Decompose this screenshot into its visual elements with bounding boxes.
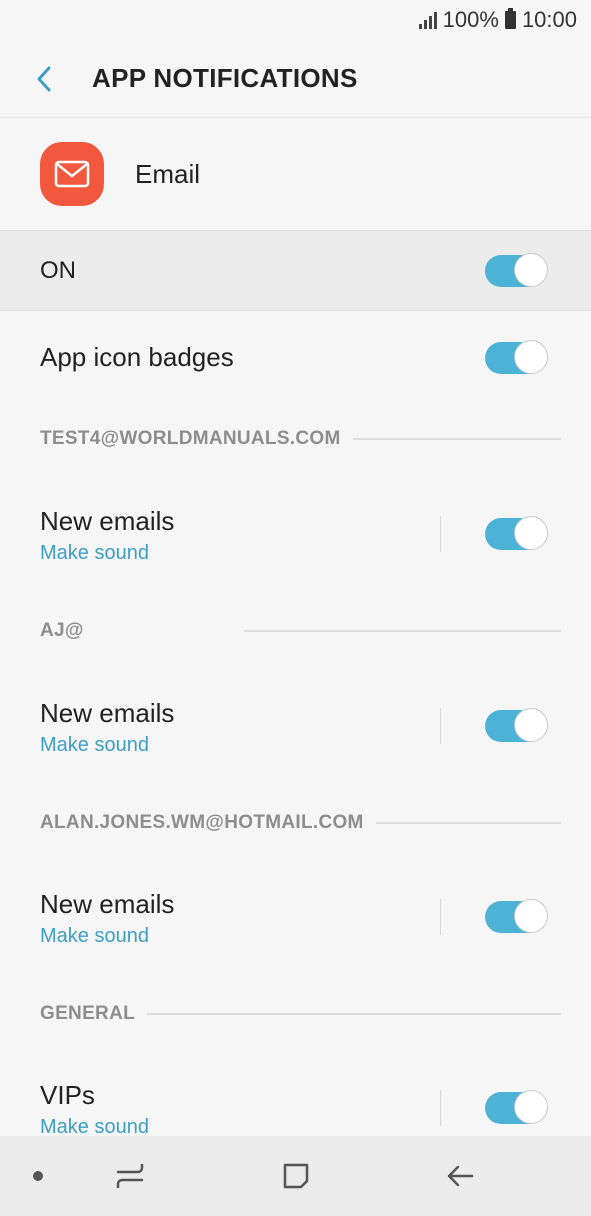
divider <box>375 822 561 824</box>
master-switch-label: ON <box>40 256 76 284</box>
new-emails-label: New emails <box>40 698 175 728</box>
navigation-bar <box>0 1136 591 1216</box>
page-title: APP NOTIFICATIONS <box>92 63 358 93</box>
new-emails-label: New emails <box>40 506 175 536</box>
divider <box>147 1013 561 1015</box>
battery-percent: 100% <box>442 7 499 32</box>
vertical-divider <box>440 899 441 935</box>
section-header-text: TEST4@WORLDMANUALS.COM <box>40 428 341 449</box>
vips-label: VIPs <box>40 1080 95 1110</box>
app-icon-badges-row[interactable]: App icon badges <box>0 312 591 404</box>
section-header-text: GENERAL <box>40 1003 135 1024</box>
account-2-new-emails-row[interactable]: New emails Make sound <box>0 682 591 778</box>
recent-apps-icon <box>116 1163 144 1189</box>
section-header-general: GENERAL <box>40 999 561 1029</box>
recent-apps-button[interactable] <box>112 1158 148 1194</box>
home-icon <box>283 1163 309 1189</box>
app-icon-badges-toggle[interactable] <box>485 340 548 375</box>
vips-row[interactable]: VIPs Make sound <box>0 1064 591 1136</box>
app-info-row: Email <box>0 118 591 231</box>
back-button[interactable] <box>34 65 62 93</box>
make-sound-sublabel: Make sound <box>40 542 149 564</box>
vertical-divider <box>440 1090 441 1126</box>
home-button[interactable] <box>278 1158 314 1194</box>
divider <box>352 438 561 440</box>
clock: 10:00 <box>521 7 577 32</box>
vips-toggle[interactable] <box>485 1090 548 1125</box>
make-sound-sublabel: Make sound <box>40 925 149 947</box>
app-bar: APP NOTIFICATIONS <box>0 40 591 118</box>
section-header-account-1: TEST4@WORLDMANUALS.COM <box>40 424 561 454</box>
master-toggle[interactable] <box>485 253 548 288</box>
status-bar: 100% 10:00 <box>0 0 591 40</box>
account-1-new-emails-row[interactable]: New emails Make sound <box>0 490 591 586</box>
chevron-left-icon <box>37 66 51 91</box>
make-sound-sublabel: Make sound <box>40 734 149 756</box>
email-app-icon <box>40 142 104 206</box>
master-switch-row[interactable]: ON <box>0 231 591 311</box>
section-header-account-3: ALAN.JONES.WM@HOTMAIL.COM <box>40 808 561 838</box>
app-name: Email <box>135 158 201 189</box>
envelope-icon <box>54 160 90 188</box>
section-header-text: AJ@ <box>40 620 84 641</box>
new-emails-label: New emails <box>40 889 175 919</box>
vertical-divider <box>440 708 441 744</box>
account-2-new-emails-toggle[interactable] <box>485 708 548 743</box>
section-header-account-2: AJ@ <box>40 616 561 646</box>
back-arrow-icon <box>447 1165 474 1187</box>
section-header-text: ALAN.JONES.WM@HOTMAIL.COM <box>40 812 364 833</box>
dot-icon[interactable] <box>32 1170 44 1182</box>
make-sound-sublabel: Make sound <box>40 1116 149 1136</box>
back-nav-button[interactable] <box>442 1158 478 1194</box>
account-3-new-emails-row[interactable]: New emails Make sound <box>0 873 591 969</box>
app-icon-badges-label: App icon badges <box>40 342 234 372</box>
divider <box>243 630 561 632</box>
battery-icon <box>504 8 516 29</box>
account-3-new-emails-toggle[interactable] <box>485 899 548 934</box>
signal-icon <box>418 11 437 29</box>
account-1-new-emails-toggle[interactable] <box>485 516 548 551</box>
vertical-divider <box>440 516 441 552</box>
